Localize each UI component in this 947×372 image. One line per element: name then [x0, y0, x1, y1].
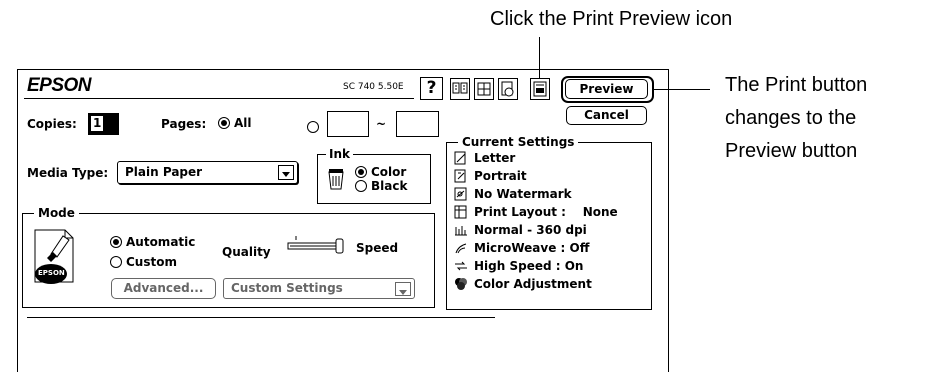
pages-range-radio[interactable] [307, 116, 323, 135]
radio-all-indicator [218, 117, 230, 129]
quality-speed-slider[interactable] [286, 236, 348, 256]
orientation-icon [454, 169, 466, 183]
ink-black-label: Black [371, 179, 408, 193]
help-button[interactable]: ? [420, 77, 443, 100]
header-rule [24, 98, 414, 99]
chevron-down-icon [399, 290, 407, 295]
setting-color-adjustment: Color Adjustment [454, 277, 592, 291]
lower-divider [27, 317, 495, 318]
setting-high-speed: High Speed : On [454, 259, 583, 273]
color-adjust-icon [455, 278, 467, 290]
mode-group-label: Mode [34, 206, 79, 220]
mode-custom-label: Custom [126, 255, 177, 269]
mode-automatic-label: Automatic [126, 235, 196, 249]
ink-cartridge-icon [326, 166, 346, 194]
resolution-icon [455, 226, 467, 236]
pages-from-input[interactable] [327, 111, 369, 137]
watermark-icon [454, 187, 467, 201]
ink-color-label: Color [371, 165, 407, 179]
preview-button[interactable]: Preview [565, 79, 648, 99]
utility-icon[interactable] [450, 78, 470, 100]
copies-input[interactable]: 1 [88, 113, 119, 135]
speed-label: Speed [356, 241, 399, 255]
setting-microweave: MicroWeave : Off [454, 241, 589, 255]
layout-icon-button[interactable] [498, 78, 518, 100]
media-type-value: Plain Paper [125, 165, 203, 179]
pages-all-radio[interactable]: All [218, 116, 252, 130]
page-setup-icon[interactable] [474, 78, 494, 100]
copies-label: Copies: [27, 117, 77, 131]
layout-icon [454, 205, 467, 219]
setting-watermark: No Watermark [454, 187, 572, 201]
epson-logo-text: EPSON [38, 269, 65, 277]
driver-version: SC 740 5.50E [343, 82, 404, 92]
callout-right-1: The Print button [725, 74, 868, 96]
radio-range-indicator [307, 121, 319, 133]
chevron-down-icon [282, 172, 290, 177]
quality-label: Quality [222, 245, 271, 259]
setting-paper-size: Letter [454, 151, 515, 165]
dialog-right-border [668, 69, 669, 372]
microweave-icon [455, 243, 467, 254]
print-preview-icon[interactable] [530, 78, 550, 100]
custom-settings-dropdown [395, 282, 411, 296]
pages-label: Pages: [161, 117, 207, 131]
epson-brand: EPSON [27, 75, 92, 96]
ink-group-label: Ink [326, 147, 353, 161]
pages-to-input[interactable] [396, 111, 439, 137]
mode-automatic-radio[interactable]: Automatic [110, 235, 195, 249]
dialog-top-border [17, 69, 669, 70]
ink-color-radio[interactable]: Color [355, 165, 406, 179]
custom-settings-select[interactable]: Custom Settings [223, 278, 415, 299]
advanced-button[interactable]: Advanced... [111, 278, 216, 299]
epson-mode-logo: EPSON [31, 224, 91, 290]
cancel-button[interactable]: Cancel [566, 106, 647, 125]
callout-right-2: changes to the [725, 107, 857, 129]
custom-settings-value: Custom Settings [231, 281, 343, 295]
setting-print-layout: Print Layout : None [454, 205, 618, 219]
pages-tilde: ~ [376, 117, 387, 131]
media-type-select[interactable]: Plain Paper [117, 161, 298, 184]
dialog-left-border [17, 69, 18, 372]
setting-orientation: Portrait [454, 169, 527, 183]
media-type-label: Media Type: [27, 166, 109, 180]
copies-value: 1 [91, 116, 104, 131]
high-speed-icon [455, 261, 467, 271]
paper-size-icon [454, 151, 466, 165]
ink-black-radio[interactable]: Black [355, 179, 407, 193]
mode-custom-radio[interactable]: Custom [110, 255, 177, 269]
callout-top: Click the Print Preview icon [490, 8, 733, 30]
callout-right-3: Preview button [725, 140, 858, 162]
pages-all-label: All [234, 116, 252, 130]
callout-line-horizontal [652, 89, 710, 90]
setting-resolution: Normal - 360 dpi [454, 223, 587, 237]
media-dropdown-button [278, 165, 294, 180]
current-settings-title: Current Settings [458, 135, 579, 149]
